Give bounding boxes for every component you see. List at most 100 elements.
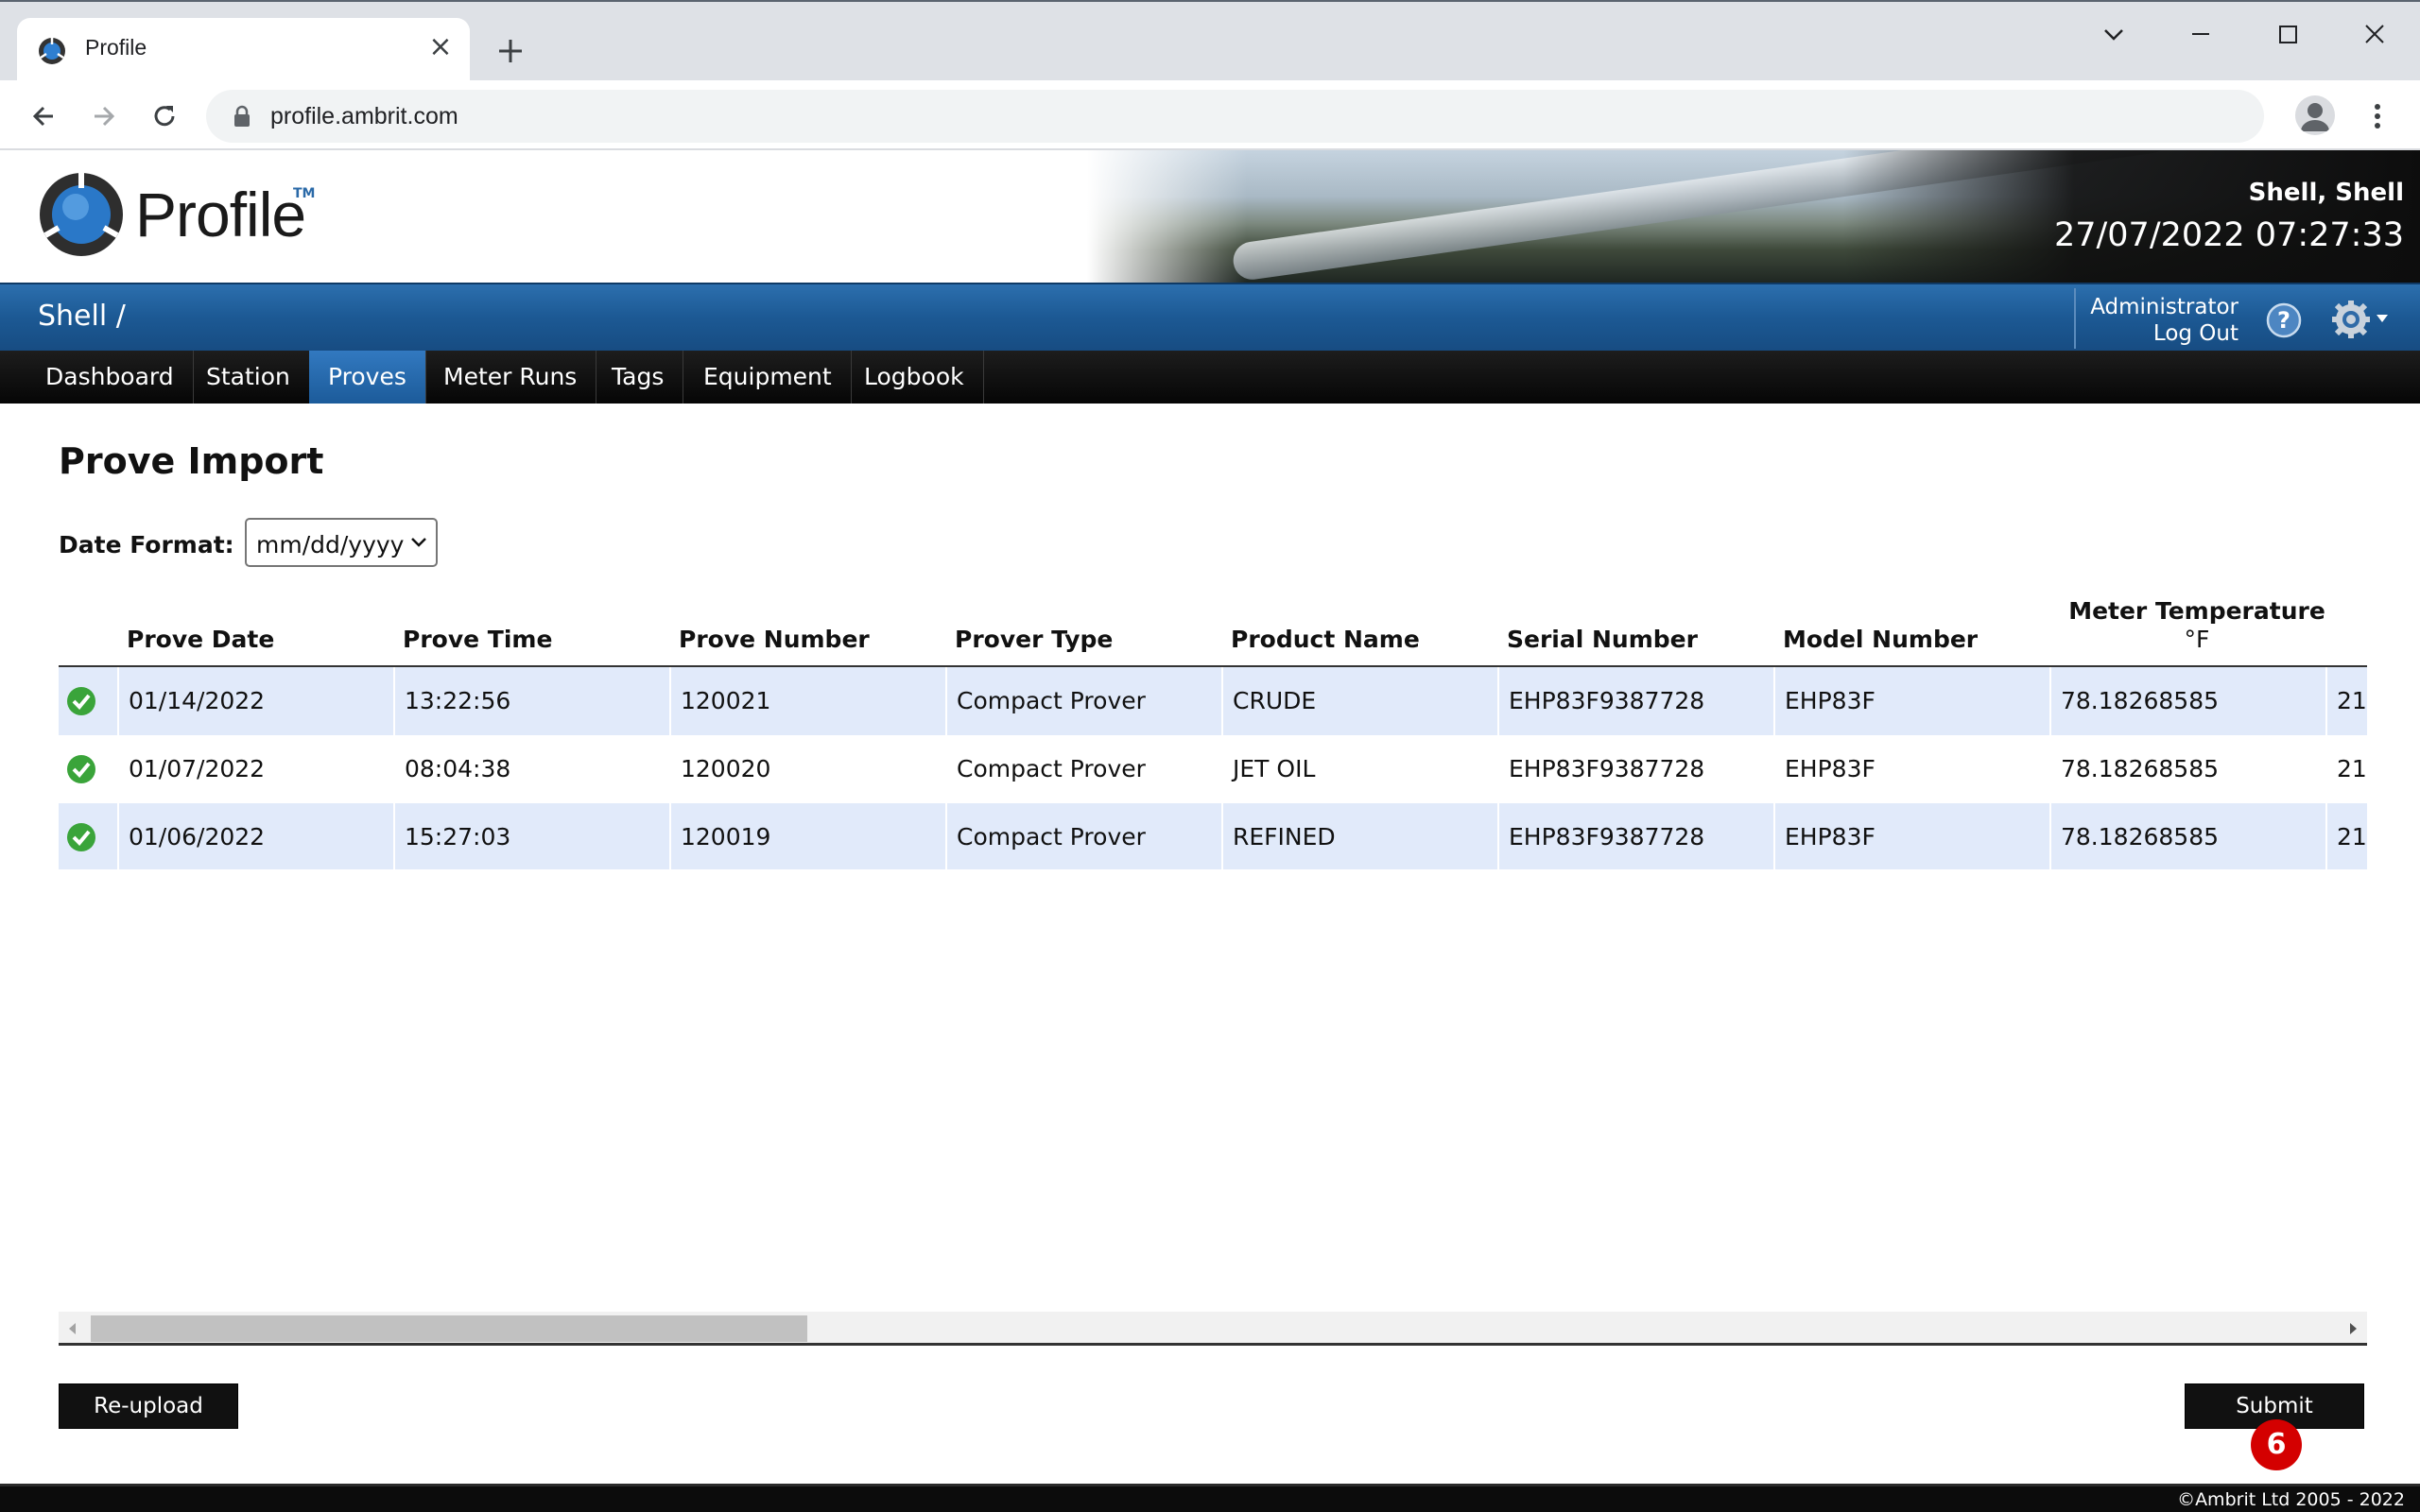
cell-next-column: 21 xyxy=(2325,735,2367,803)
nav-proves[interactable]: Proves xyxy=(309,351,426,404)
profile-logo-icon xyxy=(40,173,123,256)
app-header: Profile TM Shell, Shell 27/07/2022 07:27… xyxy=(0,150,2420,283)
cell-serial-number: EHP83F9387728 xyxy=(1497,803,1704,869)
cell-prove-number: 120021 xyxy=(669,667,770,735)
gear-icon[interactable] xyxy=(2331,300,2371,339)
check-circle-icon xyxy=(67,823,95,851)
browser-toolbar: profile.ambrit.com xyxy=(0,80,2420,150)
cell-prover-type: Compact Prover xyxy=(945,803,1146,869)
breadcrumb[interactable]: Shell / xyxy=(38,300,126,333)
date-format-label: Date Format: xyxy=(59,531,234,558)
minimize-icon[interactable] xyxy=(2182,15,2220,53)
cell-serial-number: EHP83F9387728 xyxy=(1497,735,1704,803)
cell-product-name: JET OIL xyxy=(1221,735,1315,803)
lock-icon[interactable] xyxy=(233,105,251,128)
col-header-label: Prover Type xyxy=(955,626,1114,653)
help-icon[interactable]: ? xyxy=(2265,301,2303,339)
svg-text:?: ? xyxy=(2277,307,2290,334)
check-circle-icon xyxy=(67,687,95,715)
tab-search-chevron-icon[interactable] xyxy=(2095,15,2133,53)
browser-menu-icon[interactable] xyxy=(2363,97,2392,135)
col-header-label: Meter Temperature xyxy=(2068,597,2325,625)
table-row[interactable]: 01/06/2022 15:27:03 120019 Compact Prove… xyxy=(59,803,2367,869)
col-header-unit: °F xyxy=(2184,626,2210,653)
col-header-meter-temperature[interactable]: Meter Temperature °F xyxy=(2059,586,2335,666)
copyright-text: ©Ambrit Ltd 2005 - 2022 xyxy=(2177,1489,2405,1510)
page-title: Prove Import xyxy=(59,440,324,482)
col-header-label: Serial Number xyxy=(1507,626,1698,653)
col-header-label: Prove Time xyxy=(403,626,553,653)
cell-model-number: EHP83F xyxy=(1773,735,1876,803)
user-role: Administrator xyxy=(2090,295,2238,319)
nav-meter-runs[interactable]: Meter Runs xyxy=(424,351,597,404)
cell-model-number: EHP83F xyxy=(1773,667,1876,735)
new-tab-icon[interactable] xyxy=(492,32,529,70)
profile-avatar-icon[interactable] xyxy=(2295,95,2335,135)
chevron-down-icon[interactable] xyxy=(2375,307,2390,330)
step-badge: 6 xyxy=(2251,1419,2302,1470)
logout-link[interactable]: Log Out xyxy=(2090,320,2238,347)
main-nav: Dashboard Station Proves Meter Runs Tags… xyxy=(0,351,2420,404)
user-role-block: Administrator Log Out xyxy=(2090,294,2238,347)
horizontal-scrollbar[interactable] xyxy=(59,1312,2367,1346)
cell-meter-temperature: 78.18268585 xyxy=(2049,803,2219,869)
nav-tags[interactable]: Tags xyxy=(593,351,684,404)
profile-favicon-icon xyxy=(39,38,65,64)
cell-next-column: 21 xyxy=(2325,667,2367,735)
logo-text: Profile xyxy=(135,180,306,249)
nav-dashboard[interactable]: Dashboard xyxy=(26,351,194,404)
nav-equipment[interactable]: Equipment xyxy=(684,351,852,404)
tab-title: Profile xyxy=(85,35,147,60)
cell-prove-number: 120019 xyxy=(669,803,770,869)
forward-icon[interactable] xyxy=(85,97,123,135)
col-header-label: Prove Date xyxy=(127,626,275,653)
cell-meter-temperature: 78.18268585 xyxy=(2049,735,2219,803)
cell-prove-time: 08:04:38 xyxy=(393,735,510,803)
cell-meter-temperature: 78.18268585 xyxy=(2049,667,2219,735)
chevron-down-icon xyxy=(411,538,426,547)
col-header-label: Prove Number xyxy=(679,626,870,653)
scrollbar-thumb[interactable] xyxy=(91,1315,807,1342)
cell-prove-date: 01/07/2022 xyxy=(117,735,265,803)
col-header-label: Model Number xyxy=(1783,626,1979,653)
date-format-value: mm/dd/yyyy xyxy=(256,531,405,558)
bar-divider xyxy=(2074,288,2076,349)
url-text[interactable]: profile.ambrit.com xyxy=(270,103,458,130)
cell-model-number: EHP83F xyxy=(1773,803,1876,869)
browser-tabstrip: Profile × xyxy=(0,0,2420,82)
reload-icon[interactable] xyxy=(146,97,183,135)
nav-station[interactable]: Station xyxy=(187,351,310,404)
current-datetime: 27/07/2022 07:27:33 xyxy=(2053,216,2404,254)
cell-prove-time: 15:27:03 xyxy=(393,803,510,869)
date-format-select[interactable]: mm/dd/yyyy xyxy=(245,518,438,567)
cell-prove-time: 13:22:56 xyxy=(393,667,510,735)
cell-prover-type: Compact Prover xyxy=(945,667,1146,735)
table-row[interactable]: 01/07/2022 08:04:38 120020 Compact Prove… xyxy=(59,735,2367,803)
close-window-icon[interactable] xyxy=(2356,15,2394,53)
check-circle-icon xyxy=(67,755,95,783)
scroll-right-icon[interactable] xyxy=(2348,1321,2360,1336)
cell-product-name: REFINED xyxy=(1221,803,1336,869)
tab-close-icon[interactable]: × xyxy=(426,33,455,61)
back-icon[interactable] xyxy=(25,97,62,135)
cell-prove-date: 01/14/2022 xyxy=(117,667,265,735)
cell-serial-number: EHP83F9387728 xyxy=(1497,667,1704,735)
table-row[interactable]: 01/14/2022 13:22:56 120021 Compact Prove… xyxy=(59,667,2367,735)
cell-prove-number: 120020 xyxy=(669,735,770,803)
cell-prove-date: 01/06/2022 xyxy=(117,803,265,869)
cell-next-column: 21 xyxy=(2325,803,2367,869)
reupload-button[interactable]: Re-upload xyxy=(59,1383,238,1429)
cell-prover-type: Compact Prover xyxy=(945,735,1146,803)
address-bar[interactable]: profile.ambrit.com xyxy=(206,90,2264,143)
breadcrumb-bar: Shell / Administrator Log Out ? xyxy=(0,283,2420,351)
maximize-icon[interactable] xyxy=(2269,15,2307,53)
cell-product-name: CRUDE xyxy=(1221,667,1316,735)
footer: ©Ambrit Ltd 2005 - 2022 xyxy=(0,1484,2420,1512)
col-header-label: Product Name xyxy=(1231,626,1420,653)
scroll-left-icon[interactable] xyxy=(66,1321,78,1336)
browser-tab[interactable]: Profile × xyxy=(17,18,470,82)
prove-import-table: Prove Date Prove Time Prove Number Prove… xyxy=(59,586,2367,869)
logo-trademark: TM xyxy=(293,186,316,201)
current-user: Shell, Shell xyxy=(2248,179,2404,207)
nav-logbook[interactable]: Logbook xyxy=(845,351,984,404)
